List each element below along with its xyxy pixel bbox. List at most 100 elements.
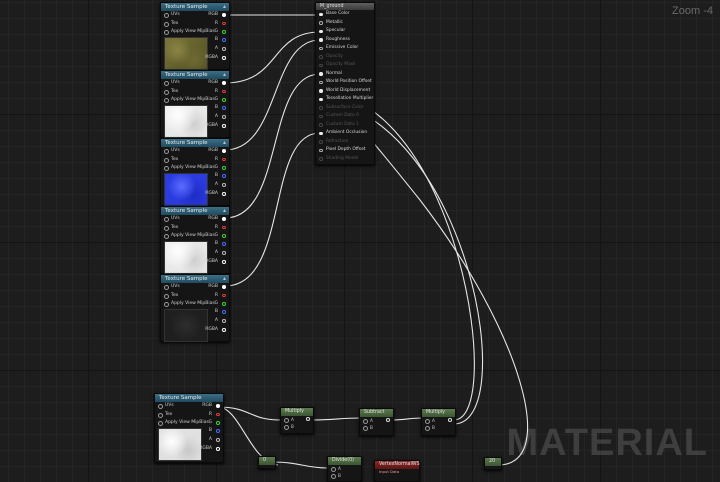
collapse-icon[interactable]: ▴ — [223, 139, 226, 147]
pin-row[interactable]: B — [199, 240, 229, 249]
node-title[interactable]: 0 — [259, 457, 275, 465]
node-title[interactable]: Multiply — [422, 409, 455, 417]
uvs-pin-icon[interactable] — [164, 13, 169, 19]
material-node-header[interactable]: M_ground — [316, 3, 374, 10]
pin-row[interactable]: UVs RGB — [155, 402, 223, 411]
collapse-icon[interactable]: ▴ — [223, 3, 226, 11]
pin-row[interactable]: Tex R — [161, 88, 229, 97]
rgba-pin-icon[interactable] — [222, 56, 226, 60]
uvs-pin-icon[interactable] — [164, 285, 169, 291]
node-header[interactable]: Texture Sample ▴ — [161, 3, 229, 11]
pin-row[interactable]: UVs RGB — [161, 79, 229, 88]
output-pin-icon[interactable] — [306, 417, 310, 421]
tex-pin-icon[interactable] — [158, 412, 163, 418]
input-a-pin-icon[interactable] — [425, 418, 430, 424]
pin-row[interactable]: B — [360, 424, 393, 431]
pin-row[interactable]: B — [328, 472, 361, 479]
material-input-world-position-offset[interactable]: World Position Offset — [316, 78, 374, 87]
rgba-pin-icon[interactable] — [222, 328, 226, 332]
constant-node-0[interactable]: 0 — [258, 456, 276, 469]
mipbias-pin-icon[interactable] — [158, 421, 163, 427]
rgba-pin-icon[interactable] — [222, 192, 226, 196]
input-b-pin-icon[interactable] — [425, 425, 430, 431]
pin-icon[interactable] — [319, 97, 323, 101]
material-input-metallic[interactable]: Metallic — [316, 19, 374, 28]
pin-row[interactable]: B — [281, 423, 313, 430]
rgb-pin-icon[interactable] — [222, 217, 226, 221]
input-a-pin-icon[interactable] — [284, 417, 289, 423]
input-a-pin-icon[interactable] — [331, 466, 336, 472]
node-header[interactable]: Texture Sample ▴ — [161, 71, 229, 79]
vertex-normal-ws-node[interactable]: VertexNormalWS Input Data — [374, 460, 420, 482]
r-pin-icon[interactable] — [222, 225, 226, 230]
material-input-ambient-occlusion[interactable]: Ambient Occlusion — [316, 129, 374, 138]
b-pin-icon[interactable] — [222, 310, 226, 314]
pin-row[interactable]: RGBA — [199, 326, 229, 335]
pin-row[interactable]: B — [193, 427, 223, 436]
pin-icon[interactable] — [319, 12, 323, 16]
material-input-specular[interactable]: Specular — [316, 27, 374, 36]
b-pin-icon[interactable] — [222, 174, 226, 178]
a-pin-icon[interactable] — [216, 438, 220, 442]
pin-icon[interactable] — [319, 131, 323, 135]
b-pin-icon[interactable] — [222, 242, 226, 246]
pin-row[interactable]: A — [199, 113, 229, 122]
pin-row[interactable]: Tex R — [161, 224, 229, 233]
pin-row[interactable]: RGBA — [193, 445, 223, 454]
pin-row[interactable]: A — [422, 417, 455, 424]
pin-icon[interactable] — [319, 80, 323, 84]
b-pin-icon[interactable] — [216, 429, 220, 433]
pin-row[interactable]: RGBA — [199, 258, 229, 267]
mipbias-pin-icon[interactable] — [164, 166, 169, 172]
material-input-world-displacement[interactable]: World Displacement — [316, 87, 374, 96]
multiply-node-1[interactable]: Multiply A B — [280, 407, 314, 434]
material-input-normal[interactable]: Normal — [316, 70, 374, 79]
rgba-pin-icon[interactable] — [222, 124, 226, 128]
constant-node-20[interactable]: 20 — [484, 457, 502, 470]
output-pin-icon[interactable] — [386, 418, 390, 422]
collapse-icon[interactable]: ▴ — [223, 71, 226, 79]
pin-row[interactable]: UVs RGB — [161, 11, 229, 20]
uvs-pin-icon[interactable] — [164, 217, 169, 223]
pin-row[interactable]: UVs RGB — [161, 215, 229, 224]
texture-sample-node-2[interactable]: Texture Sample ▴ UVs RGB Tex R Apply View M… — [160, 70, 230, 138]
collapse-icon[interactable]: ▴ — [223, 207, 226, 215]
pin-icon[interactable] — [319, 46, 323, 50]
tex-pin-icon[interactable] — [164, 89, 169, 95]
material-input-emissive[interactable]: Emissive Color — [316, 44, 374, 53]
uvs-pin-icon[interactable] — [164, 149, 169, 155]
subtract-node[interactable]: Subtract A B — [359, 408, 394, 436]
tex-pin-icon[interactable] — [164, 21, 169, 27]
node-title[interactable]: 20 — [485, 458, 501, 466]
g-pin-icon[interactable] — [222, 98, 226, 102]
node-title[interactable]: VertexNormalWS — [375, 461, 420, 469]
input-b-pin-icon[interactable] — [284, 424, 289, 430]
pin-row[interactable]: Tex R — [155, 411, 223, 420]
pin-row[interactable]: B — [199, 104, 229, 113]
pin-row[interactable]: A — [199, 181, 229, 190]
pin-icon[interactable] — [319, 38, 323, 42]
a-pin-icon[interactable] — [222, 183, 226, 187]
r-pin-icon[interactable] — [222, 21, 226, 26]
b-pin-icon[interactable] — [222, 106, 226, 110]
g-pin-icon[interactable] — [216, 421, 220, 425]
pin-row[interactable]: RGBA — [199, 122, 229, 131]
tex-pin-icon[interactable] — [164, 157, 169, 163]
input-b-pin-icon[interactable] — [363, 425, 368, 431]
divide-node[interactable]: Divide(0) A B — [327, 456, 362, 482]
a-pin-icon[interactable] — [222, 319, 226, 323]
pin-row[interactable]: B — [422, 424, 455, 431]
texture-sample-node-1[interactable]: Texture Sample ▴ UVs RGB Tex R Apply View M… — [160, 2, 230, 70]
r-pin-icon[interactable] — [222, 157, 226, 162]
rgb-pin-icon[interactable] — [216, 404, 220, 408]
g-pin-icon[interactable] — [222, 234, 226, 238]
tex-pin-icon[interactable] — [164, 293, 169, 299]
a-pin-icon[interactable] — [222, 115, 226, 119]
rgba-pin-icon[interactable] — [222, 260, 226, 264]
pin-row[interactable]: A — [360, 417, 393, 424]
g-pin-icon[interactable] — [222, 30, 226, 34]
input-b-pin-icon[interactable] — [331, 473, 336, 479]
r-pin-icon[interactable] — [216, 412, 220, 417]
texture-sample-node-3[interactable]: Texture Sample ▴ UVs RGB Tex R Apply View M… — [160, 138, 230, 206]
mipbias-pin-icon[interactable] — [164, 30, 169, 36]
